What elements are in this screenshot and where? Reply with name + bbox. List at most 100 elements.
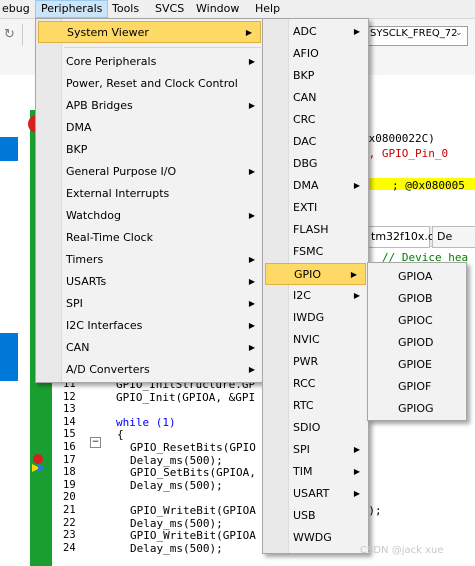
- submenu-item-i2c[interactable]: I2C ▶: [263, 285, 368, 307]
- menu-item-watchdog[interactable]: Watchdog ▶: [36, 205, 263, 227]
- menu-item-core-peripherals[interactable]: Core Peripherals ▶: [36, 51, 263, 73]
- gpio-item-gpioe[interactable]: GPIOE: [368, 354, 466, 376]
- menu-item-dma[interactable]: DMA: [36, 117, 263, 139]
- submenu-item-dac[interactable]: DAC: [263, 131, 368, 153]
- chevron-right-icon: ▶: [350, 270, 357, 279]
- menu-item-power-reset-and-clock-control[interactable]: Power, Reset and Clock Control: [36, 73, 263, 95]
- menu-item-label: CAN: [66, 341, 90, 354]
- gpio-item-gpiob[interactable]: GPIOB: [368, 288, 466, 310]
- menu-item-usarts[interactable]: USARTs ▶: [36, 271, 263, 293]
- submenu-item-tim[interactable]: TIM ▶: [263, 461, 368, 483]
- fold-toggle-icon[interactable]: −: [90, 437, 101, 448]
- submenu-item-label: CAN: [293, 91, 317, 104]
- disasm-line-3: ; @0x080005: [392, 179, 465, 192]
- submenu-item-iwdg[interactable]: IWDG: [263, 307, 368, 329]
- submenu-item-label: FSMC: [293, 245, 324, 258]
- chevron-right-icon: ▶: [353, 181, 360, 190]
- submenu-item-crc[interactable]: CRC: [263, 109, 368, 131]
- gpio-item-gpioc[interactable]: GPIOC: [368, 310, 466, 332]
- menu-item-label: External Interrupts: [66, 187, 170, 200]
- chevron-right-icon: ▶: [248, 211, 255, 220]
- gpio-item-label: GPIOD: [398, 336, 434, 349]
- submenu-item-usart[interactable]: USART ▶: [263, 483, 368, 505]
- menu-item-spi[interactable]: SPI ▶: [36, 293, 263, 315]
- line-number: 20: [63, 491, 76, 504]
- menu-help[interactable]: Help: [250, 0, 285, 18]
- line-number: 19: [63, 478, 76, 491]
- menu-item-timers[interactable]: Timers ▶: [36, 249, 263, 271]
- menu-item-system-viewer[interactable]: System Viewer ▶: [38, 21, 261, 43]
- left-panel: [0, 75, 29, 566]
- submenu-item-afio[interactable]: AFIO: [263, 43, 368, 65]
- menu-item-a-d-converters[interactable]: A/D Converters ▶: [36, 359, 263, 381]
- submenu-item-bkp[interactable]: BKP: [263, 65, 368, 87]
- gpio-item-gpioa[interactable]: GPIOA: [368, 266, 466, 288]
- submenu-item-label: IWDG: [293, 311, 325, 324]
- menu-peripherals[interactable]: Peripherals: [35, 0, 109, 18]
- submenu-item-label: WWDG: [293, 531, 332, 544]
- submenu-item-flash[interactable]: FLASH: [263, 219, 368, 241]
- chevron-right-icon: ▶: [353, 489, 360, 498]
- code-line: Delay_ms(500);: [130, 516, 223, 530]
- submenu-item-dma[interactable]: DMA ▶: [263, 175, 368, 197]
- line-number: 24: [63, 541, 76, 554]
- menu-window[interactable]: Window: [191, 0, 244, 18]
- menu-item-general-purpose-i-o[interactable]: General Purpose I/O ▶: [36, 161, 263, 183]
- submenu-item-label: DAC: [293, 135, 317, 148]
- submenu-item-dbg[interactable]: DBG: [263, 153, 368, 175]
- gpio-item-label: GPIOA: [398, 270, 433, 283]
- menu-svcs[interactable]: SVCS: [150, 0, 189, 18]
- submenu-item-label: FLASH: [293, 223, 329, 236]
- tab-stm32f10x[interactable]: tm32f10x.c: [368, 226, 434, 248]
- chevron-right-icon: ▶: [248, 299, 255, 308]
- gpio-menu: GPIOA GPIOB GPIOC GPIOD GPIOE GPIOF GPIOG: [367, 262, 467, 421]
- submenu-item-label: RCC: [293, 377, 316, 390]
- submenu-item-sdio[interactable]: SDIO: [263, 417, 368, 439]
- submenu-item-nvic[interactable]: NVIC: [263, 329, 368, 351]
- submenu-item-usb[interactable]: USB: [263, 505, 368, 527]
- submenu-item-spi[interactable]: SPI ▶: [263, 439, 368, 461]
- menu-item-can[interactable]: CAN ▶: [36, 337, 263, 359]
- submenu-item-label: DMA: [293, 179, 319, 192]
- menu-item-bkp[interactable]: BKP: [36, 139, 263, 161]
- menu-item-i2c-interfaces[interactable]: I2C Interfaces ▶: [36, 315, 263, 337]
- gpio-item-gpiof[interactable]: GPIOF: [368, 376, 466, 398]
- menu-tools[interactable]: Tools: [107, 0, 144, 18]
- submenu-item-label: NVIC: [293, 333, 320, 346]
- chevron-right-icon: ▶: [353, 291, 360, 300]
- gpio-item-label: GPIOC: [398, 314, 433, 327]
- menu-item-real-time-clock[interactable]: Real-Time Clock: [36, 227, 263, 249]
- submenu-item-gpio[interactable]: GPIO ▶: [265, 263, 366, 285]
- code-line: Delay_ms(500);: [130, 541, 223, 555]
- submenu-item-label: PWR: [293, 355, 319, 368]
- submenu-item-fsmc[interactable]: FSMC: [263, 241, 368, 263]
- submenu-item-label: BKP: [293, 69, 315, 82]
- code-line: GPIO_SetBits(GPIOA,: [130, 466, 256, 480]
- gpio-item-label: GPIOB: [398, 292, 433, 305]
- chevron-right-icon: ▶: [353, 445, 360, 454]
- submenu-item-label: ADC: [293, 25, 317, 38]
- chevron-right-icon: ▶: [353, 27, 360, 36]
- menu-item-apb-bridges[interactable]: APB Bridges ▶: [36, 95, 263, 117]
- undo-icon[interactable]: ↻: [4, 27, 15, 42]
- gpio-item-gpiod[interactable]: GPIOD: [368, 332, 466, 354]
- submenu-item-pwr[interactable]: PWR: [263, 351, 368, 373]
- menu-item-label: Power, Reset and Clock Control: [66, 77, 238, 90]
- chevron-right-icon: ▶: [248, 167, 255, 176]
- chevron-down-icon[interactable]: ⌄: [455, 28, 463, 38]
- menu-item-label: USARTs: [66, 275, 107, 288]
- submenu-item-rcc[interactable]: RCC: [263, 373, 368, 395]
- submenu-item-can[interactable]: CAN: [263, 87, 368, 109]
- disasm-line-1: 0x0800022C): [362, 132, 435, 145]
- gpio-item-gpiog[interactable]: GPIOG: [368, 398, 466, 420]
- menu-debug[interactable]: ebug: [0, 0, 35, 18]
- menu-item-external-interrupts[interactable]: External Interrupts: [36, 183, 263, 205]
- tab-device[interactable]: De: [432, 226, 475, 248]
- menu-item-label: System Viewer: [67, 26, 149, 39]
- menu-item-label: DMA: [66, 121, 92, 134]
- submenu-item-rtc[interactable]: RTC: [263, 395, 368, 417]
- line-number: 23: [63, 529, 76, 542]
- submenu-item-wwdg[interactable]: WWDG: [263, 527, 368, 549]
- submenu-item-adc[interactable]: ADC ▶: [263, 21, 368, 43]
- submenu-item-exti[interactable]: EXTI: [263, 197, 368, 219]
